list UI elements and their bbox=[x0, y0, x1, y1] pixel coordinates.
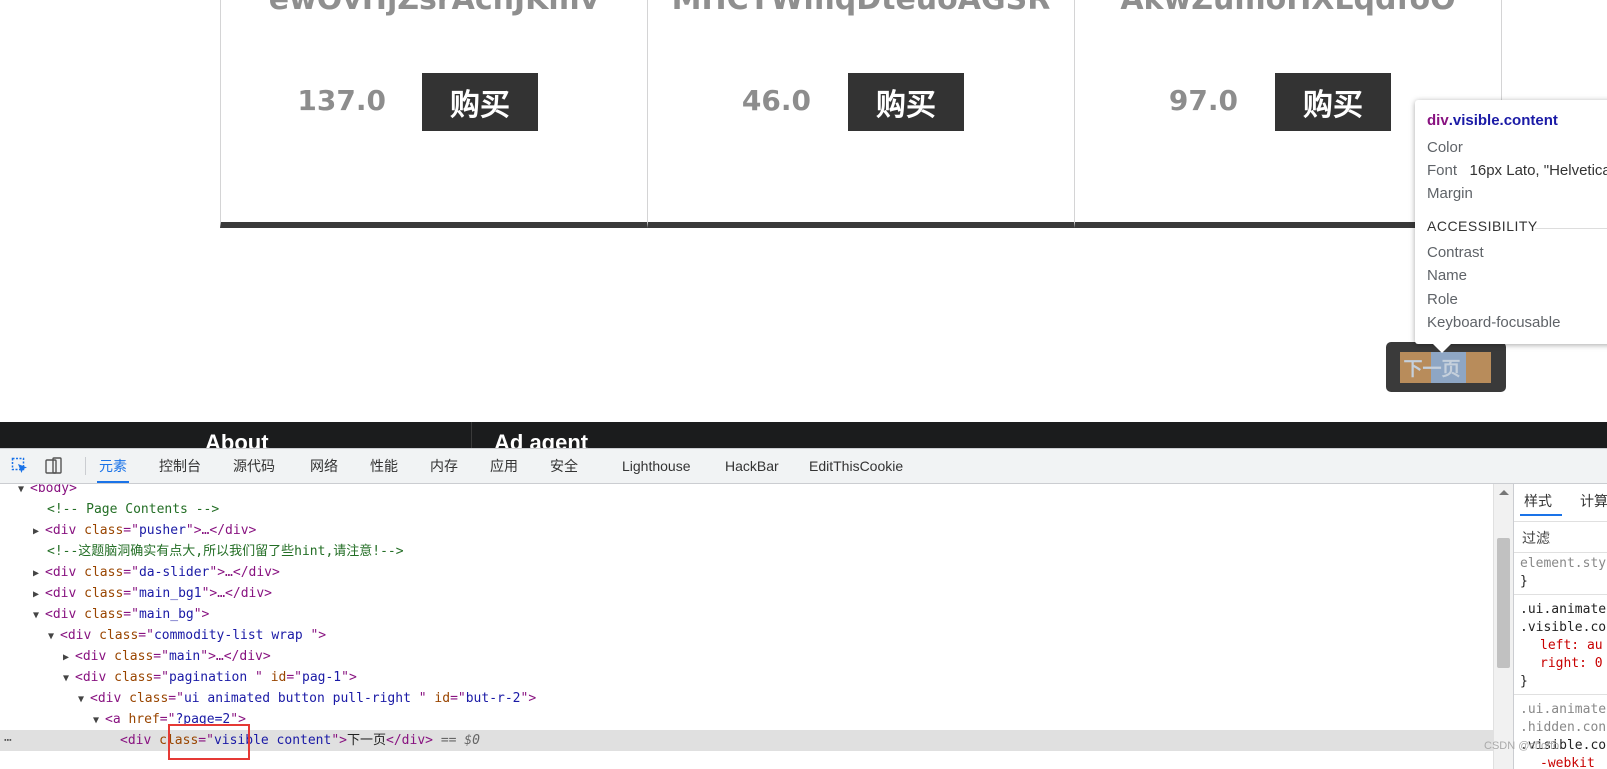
footer: About Ad agent bbox=[0, 422, 1607, 448]
style-rule-line: .ui.animate bbox=[1520, 702, 1607, 717]
tooltip-selector: div.visible.content bbox=[1427, 112, 1558, 129]
product-price: 46.0 bbox=[741, 84, 811, 117]
devtools-tabbar: 元素 控制台 源代码 网络 性能 内存 应用 安全 Lighthouse Hac… bbox=[0, 449, 1607, 484]
tab-console[interactable]: 控制台 bbox=[159, 449, 201, 483]
dom-comment[interactable]: <!-- Page Contents --> bbox=[47, 499, 219, 520]
inspect-tooltip: div.visible.content Color Font 16px Lato… bbox=[1415, 100, 1607, 353]
tooltip-accessibility-heading: ACCESSIBILITY bbox=[1427, 218, 1538, 234]
tab-security[interactable]: 安全 bbox=[550, 449, 578, 483]
style-divider bbox=[1514, 694, 1607, 695]
tooltip-contrast-label: Contrast bbox=[1427, 244, 1484, 261]
dom-comment-hint[interactable]: <!--这题脑洞确实有点大,所以我们留了些hint,请注意!--> bbox=[47, 541, 404, 562]
tooltip-font-row: Font 16px Lato, "Helvetica bbox=[1427, 162, 1607, 179]
tooltip-keyboard-label: Keyboard-focusable bbox=[1427, 314, 1561, 331]
product-price: 137.0 bbox=[297, 84, 386, 117]
tab-computed[interactable]: 计算 bbox=[1580, 484, 1607, 518]
devtools-panel: 元素 控制台 源代码 网络 性能 内存 应用 安全 Lighthouse Hac… bbox=[0, 448, 1607, 769]
style-property[interactable]: left: au bbox=[1540, 638, 1603, 653]
tab-hackbar[interactable]: HackBar bbox=[725, 449, 779, 483]
page-viewport: ewOvHjZsrAchJKmv 137.0 购买 MHCYWmqDteuoAG… bbox=[0, 0, 1607, 448]
product-title: MHCYWmqDteuoAGSR bbox=[648, 0, 1074, 17]
tooltip-name-label: Name bbox=[1427, 267, 1468, 284]
scroll-up-icon[interactable] bbox=[1499, 490, 1509, 495]
footer-ad-agent[interactable]: Ad agent bbox=[494, 430, 588, 448]
buy-button[interactable]: 购买 bbox=[1275, 73, 1391, 131]
tab-styles[interactable]: 样式 bbox=[1520, 484, 1562, 518]
elements-tree[interactable]: ▼ <body> <!-- Page Contents --> ▶ <div cla… bbox=[0, 484, 1493, 769]
tooltip-role-label: Role bbox=[1427, 291, 1458, 308]
dom-node[interactable]: ▼ <div class="pagination " id="pag-1"> bbox=[63, 667, 357, 688]
tooltip-color-label: Color bbox=[1427, 139, 1463, 156]
style-divider bbox=[1514, 594, 1607, 595]
tabbar-separator bbox=[85, 457, 86, 475]
tab-memory[interactable]: 内存 bbox=[430, 449, 458, 483]
product-list: ewOvHjZsrAchJKmv 137.0 购买 MHCYWmqDteuoAG… bbox=[220, 0, 1504, 228]
tab-elements[interactable]: 元素 bbox=[97, 449, 129, 483]
tab-lighthouse[interactable]: Lighthouse bbox=[622, 449, 691, 483]
product-card: ewOvHjZsrAchJKmv 137.0 购买 bbox=[220, 0, 648, 228]
dom-node[interactable]: ▼ <div class="ui animated button pull-rig… bbox=[78, 688, 536, 709]
scrollbar-thumb[interactable] bbox=[1497, 538, 1510, 668]
product-price: 97.0 bbox=[1168, 84, 1238, 117]
dom-node[interactable]: ▼ <div class="main_bg"> bbox=[33, 604, 209, 625]
elements-scrollbar[interactable] bbox=[1493, 484, 1513, 769]
inspect-element-icon[interactable] bbox=[11, 457, 29, 475]
tab-sources[interactable]: 源代码 bbox=[233, 449, 275, 483]
tab-application[interactable]: 应用 bbox=[490, 449, 518, 483]
footer-about[interactable]: About bbox=[205, 430, 269, 448]
dom-node[interactable]: ▶ <div class="main">…</div> bbox=[63, 646, 271, 667]
style-rule-line: } bbox=[1520, 674, 1528, 689]
buy-button[interactable]: 购买 bbox=[422, 73, 538, 131]
style-rule-line: .visible.co bbox=[1520, 620, 1607, 635]
dom-node[interactable]: ▼ <div class="commodity-list wrap "> bbox=[48, 625, 326, 646]
style-rule-line: .ui.animate bbox=[1520, 602, 1607, 617]
buy-button[interactable]: 购买 bbox=[848, 73, 964, 131]
tab-network[interactable]: 网络 bbox=[310, 449, 338, 483]
tooltip-divider bbox=[1535, 228, 1607, 229]
dom-node[interactable]: ▶ <div class="da-slider">…</div> bbox=[33, 562, 280, 583]
tab-performance[interactable]: 性能 bbox=[370, 449, 398, 483]
next-page-label: 下一页 bbox=[1401, 351, 1491, 383]
style-rule-line: } bbox=[1520, 574, 1528, 589]
product-card: MHCYWmqDteuoAGSR 46.0 购买 bbox=[647, 0, 1075, 228]
device-toolbar-icon[interactable] bbox=[45, 457, 63, 475]
product-title: ewOvHjZsrAchJKmv bbox=[221, 0, 647, 17]
more-options-icon[interactable]: ⋯ bbox=[4, 730, 12, 751]
dom-node[interactable]: ▶ <div class="pusher">…</div> bbox=[33, 520, 256, 541]
style-rule-line: .hidden.con bbox=[1520, 720, 1607, 735]
product-title: AkwZumoHXLqdfoO bbox=[1075, 0, 1501, 17]
tooltip-margin-label: Margin bbox=[1427, 185, 1473, 202]
dom-node-body[interactable]: ▼ <body> bbox=[18, 484, 77, 499]
style-property[interactable]: right: 0 bbox=[1540, 656, 1603, 671]
style-rule-line: element.style bbox=[1520, 556, 1607, 571]
annotation-red-box bbox=[168, 724, 250, 760]
styles-filter-input[interactable]: 过滤 bbox=[1514, 521, 1607, 553]
watermark: CSDN @choffo bbox=[1484, 740, 1560, 752]
dom-node[interactable]: ▶ <div class="main_bg1">…</div> bbox=[33, 583, 272, 604]
footer-divider bbox=[471, 422, 472, 448]
style-property[interactable]: -webkit bbox=[1540, 756, 1595, 769]
styles-pane: 样式 计算 过滤 element.style } .ui.animate .vi… bbox=[1513, 484, 1607, 769]
tab-editthiscookie[interactable]: EditThisCookie bbox=[809, 449, 903, 483]
